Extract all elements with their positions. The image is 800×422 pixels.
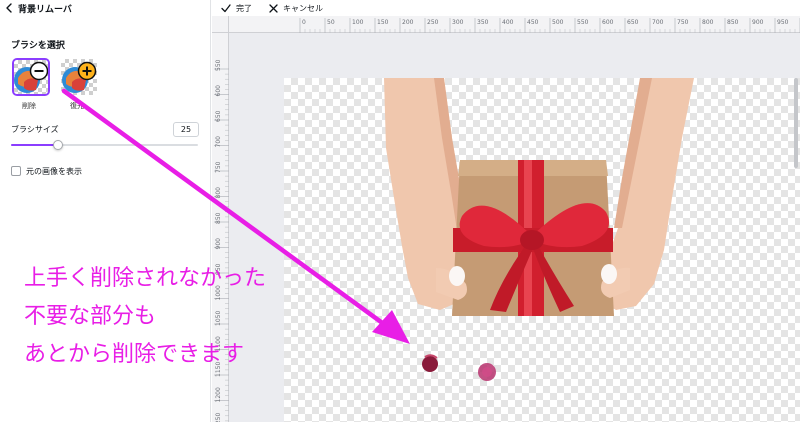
- editor-toolbar: 完了 キャンセル: [212, 0, 800, 16]
- show-original-label: 元の画像を表示: [26, 167, 82, 176]
- ruler-tick-label: 100: [352, 19, 364, 26]
- done-button[interactable]: 完了: [221, 3, 252, 14]
- editor-canvas-area[interactable]: 0 50 100 150 200 250 300 350 400 450 500 550 600 650 7…: [212, 16, 800, 422]
- restore-brush-label: 復元: [70, 102, 84, 110]
- ruler-tick-label: 550: [215, 59, 222, 71]
- cancel-label: キャンセル: [283, 3, 323, 13]
- ruler-tick-label: 600: [215, 85, 222, 97]
- ruler-tick-label: 400: [502, 19, 514, 26]
- ruler-tick-label: 500: [552, 19, 564, 26]
- annotation-line: あとから削除できます: [24, 342, 245, 367]
- close-icon: [269, 3, 278, 13]
- done-label: 完了: [236, 3, 252, 13]
- vertical-scrollbar[interactable]: [794, 78, 798, 168]
- ruler-tick-label: 800: [215, 187, 222, 199]
- ruler-tick-label: 900: [752, 19, 764, 26]
- ruler-tick-label: 600: [602, 19, 614, 26]
- ruler-tick-label: 1200: [215, 387, 222, 402]
- ruler-tick-label: 350: [477, 19, 489, 26]
- ruler-tick-label: 650: [627, 19, 639, 26]
- panel-title: 背景リムーバ: [18, 4, 72, 15]
- horizontal-ruler: 0 50 100 150 200 250 300 350 400 450 500 550 600 650 7…: [229, 16, 800, 33]
- chevron-left-icon[interactable]: [5, 3, 13, 13]
- brush-size-slider-fill: [11, 144, 58, 146]
- ruler-tick-label: 700: [652, 19, 664, 26]
- ruler-tick-label: 800: [702, 19, 714, 26]
- ruler-tick-label: 850: [727, 19, 739, 26]
- annotation-line: 不要な部分も: [24, 304, 157, 329]
- ruler-tick-label: 700: [215, 136, 222, 148]
- ruler-tick-label: 300: [452, 19, 464, 26]
- ruler-tick-label: 900: [215, 238, 222, 250]
- brush-size-input[interactable]: 25: [173, 122, 199, 137]
- edited-photo[interactable]: [284, 78, 800, 422]
- ruler-tick-label: 450: [527, 19, 539, 26]
- ruler-tick-label: 1250: [215, 413, 222, 422]
- ruler-tick-label: 950: [777, 19, 789, 26]
- ruler-corner: [212, 16, 229, 33]
- leftover-fragment: [422, 356, 438, 372]
- minus-icon: [34, 70, 44, 72]
- ruler-tick-label: 250: [427, 19, 439, 26]
- annotation-text: 上手く削除されなかった 不要な部分も あとから削除できます: [24, 260, 266, 374]
- ruler-tick-label: 750: [677, 19, 689, 26]
- ruler-tick-label: 750: [215, 161, 222, 173]
- ruler-tick-label: 550: [577, 19, 589, 26]
- panel-header[interactable]: 背景リムーバ: [0, 0, 211, 16]
- restore-brush-button[interactable]: [60, 58, 98, 96]
- show-original-checkbox[interactable]: [11, 166, 21, 176]
- cancel-button[interactable]: キャンセル: [269, 3, 323, 14]
- brush-size-slider-thumb[interactable]: [52, 140, 63, 150]
- brush-size-label: ブラシサイズ: [11, 125, 59, 134]
- brush-section-title: ブラシを選択: [11, 41, 65, 51]
- gift-box: [452, 160, 614, 316]
- ruler-tick-label: 50: [327, 19, 335, 26]
- erase-brush-label: 削除: [22, 102, 36, 110]
- ruler-tick-label: 650: [215, 110, 222, 122]
- erase-brush-button[interactable]: [12, 58, 50, 96]
- ruler-tick-label: 0: [302, 19, 306, 26]
- brush-size-slider-track[interactable]: [11, 144, 198, 146]
- ruler-tick-label: 200: [402, 19, 414, 26]
- annotation-line: 上手く削除されなかった: [24, 266, 267, 291]
- ruler-tick-label: 850: [215, 212, 222, 224]
- check-icon: [221, 3, 231, 12]
- ruler-tick-label: 150: [377, 19, 389, 26]
